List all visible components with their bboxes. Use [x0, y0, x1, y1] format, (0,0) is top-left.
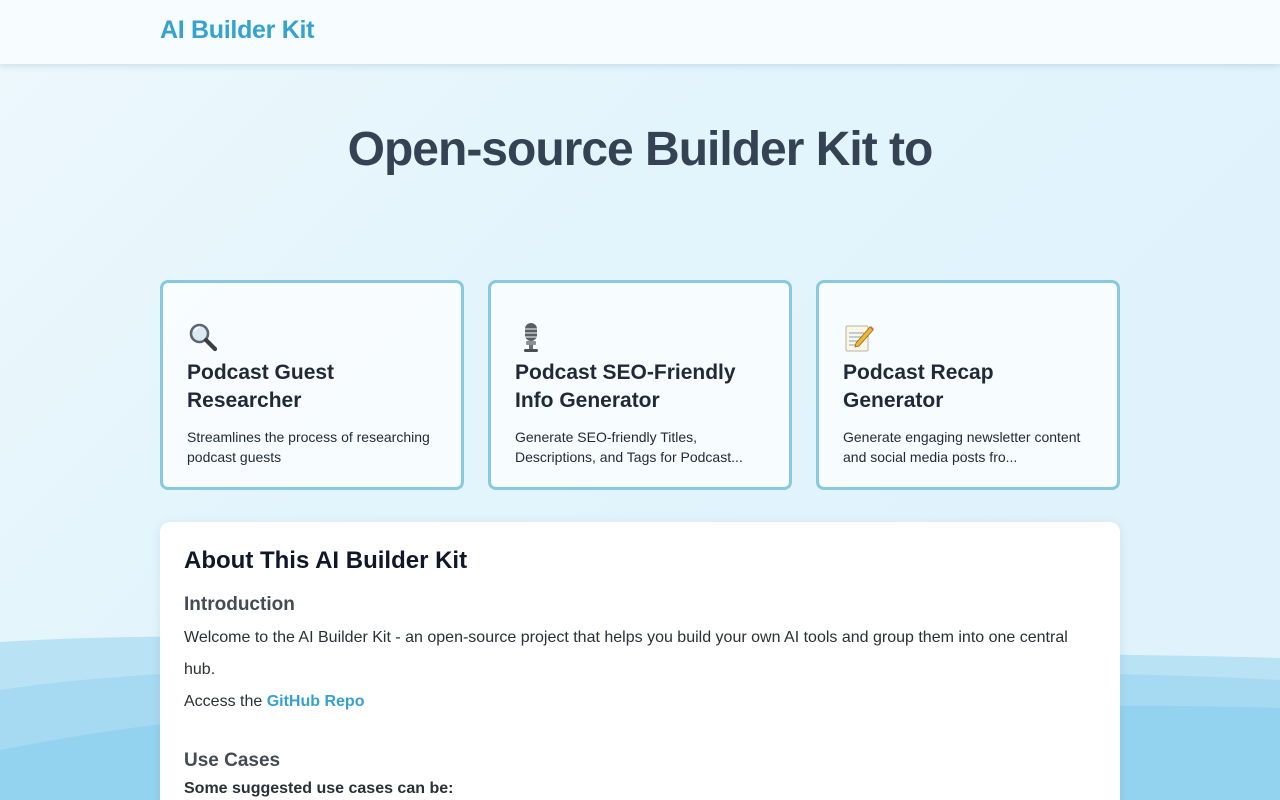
card-title: Podcast Recap Generator — [843, 361, 994, 412]
github-repo-link[interactable]: GitHub Repo — [267, 693, 365, 710]
introduction-text: Welcome to the AI Builder Kit - an open-… — [184, 629, 1068, 678]
tool-cards: Podcast Guest Researcher Streamlines the… — [160, 280, 1120, 490]
card-title: Podcast Guest Researcher — [187, 361, 335, 412]
about-title: About This AI Builder Kit — [184, 547, 468, 574]
access-line: Access the GitHub Repo — [184, 686, 1096, 718]
introduction-heading: Introduction — [184, 594, 295, 615]
tool-card-seo-generator[interactable]: Podcast SEO-Friendly Info Generator Gene… — [488, 280, 792, 490]
card-description: Streamlines the process of researching p… — [187, 429, 430, 465]
memo-icon — [843, 321, 1093, 355]
hero-title: Open-source Builder Kit to — [347, 123, 934, 176]
tool-card-guest-researcher[interactable]: Podcast Guest Researcher Streamlines the… — [160, 280, 464, 490]
tool-card-recap-generator[interactable]: Podcast Recap Generator Generate engagin… — [816, 280, 1120, 490]
card-description: Generate SEO-friendly Titles, Descriptio… — [515, 429, 743, 465]
card-description: Generate engaging newsletter content and… — [843, 429, 1081, 465]
microphone-icon — [515, 321, 765, 355]
access-prefix: Access the — [184, 693, 267, 710]
use-cases-heading: Use Cases — [184, 750, 281, 771]
top-header: AI Builder Kit — [0, 0, 1280, 64]
magnifying-glass-icon — [187, 321, 437, 355]
about-panel: About This AI Builder Kit Introduction W… — [160, 522, 1120, 800]
brand-logo-link[interactable]: AI Builder Kit — [160, 16, 314, 45]
card-title: Podcast SEO-Friendly Info Generator — [515, 361, 736, 412]
use-cases-intro: Some suggested use cases can be: — [184, 780, 454, 797]
